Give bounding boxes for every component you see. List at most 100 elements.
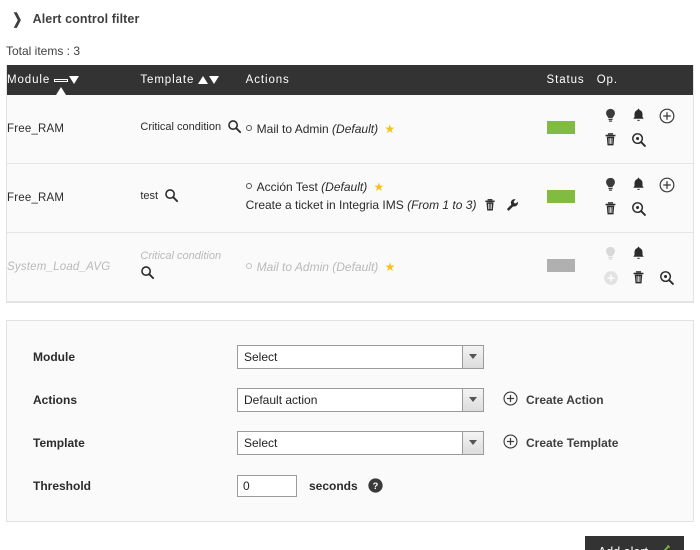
table-row: Free_RAM test Acción Test (Default) ★ Cr… bbox=[7, 163, 693, 233]
view-details-icon[interactable] bbox=[630, 131, 648, 152]
template-name: Critical condition bbox=[140, 250, 222, 263]
add-action-icon[interactable] bbox=[658, 176, 676, 197]
configure-action-icon[interactable] bbox=[504, 197, 520, 218]
form-row-template: Template Select Create Template bbox=[7, 421, 693, 464]
bell-icon[interactable] bbox=[630, 176, 647, 196]
delete-icon[interactable] bbox=[630, 269, 647, 289]
magnifier-icon[interactable] bbox=[140, 265, 245, 285]
bell-icon[interactable] bbox=[630, 107, 647, 127]
module-select-value: Select bbox=[244, 349, 278, 364]
action-entry: Mail to Admin (Default) ★ bbox=[245, 258, 547, 276]
form-row-actions: Actions Default action Create Action bbox=[7, 378, 693, 421]
cell-status bbox=[546, 95, 597, 164]
cell-module: Free_RAM bbox=[7, 163, 141, 233]
cell-template: test bbox=[140, 163, 246, 233]
chevron-right-icon: ❯ bbox=[12, 10, 23, 28]
delete-icon[interactable] bbox=[602, 200, 619, 220]
table-header-row: Module Template Actions Status Op. bbox=[7, 65, 693, 95]
star-icon: ★ bbox=[373, 180, 385, 194]
cell-template: Critical condition bbox=[140, 232, 246, 302]
create-template-label: Create Template bbox=[526, 435, 619, 450]
form-footer: Add alert bbox=[0, 522, 700, 550]
status-badge bbox=[546, 121, 575, 134]
actions-select[interactable]: Default action bbox=[237, 387, 484, 412]
star-icon: ★ bbox=[384, 122, 396, 136]
view-details-icon[interactable] bbox=[630, 200, 648, 221]
cell-module: Free_RAM bbox=[7, 95, 141, 164]
action-suffix: (Default) bbox=[332, 260, 379, 274]
action-name: Acción Test bbox=[256, 180, 318, 194]
column-header-module-label: Module bbox=[7, 74, 51, 86]
magnifier-icon[interactable] bbox=[164, 188, 179, 208]
threshold-unit-label: seconds bbox=[309, 478, 358, 493]
sort-ascending-icon[interactable] bbox=[54, 74, 69, 95]
sort-descending-icon[interactable] bbox=[69, 76, 80, 84]
help-icon[interactable]: ? bbox=[367, 477, 384, 494]
action-name: Mail to Admin bbox=[256, 260, 329, 274]
delete-icon[interactable] bbox=[602, 131, 619, 151]
alert-control-filter-header[interactable]: ❯ Alert control filter bbox=[0, 0, 700, 30]
column-header-module[interactable]: Module bbox=[7, 65, 141, 95]
cell-module: System_Load_AVG bbox=[7, 232, 141, 302]
action-suffix: (Default) bbox=[332, 122, 379, 136]
plus-circle-icon bbox=[502, 390, 519, 410]
form-row-threshold: Threshold seconds ? bbox=[7, 464, 693, 507]
actions-select-value: Default action bbox=[244, 392, 318, 407]
cell-status bbox=[546, 163, 597, 233]
add-action-icon[interactable] bbox=[602, 269, 620, 290]
bell-icon[interactable] bbox=[630, 245, 647, 265]
module-select[interactable]: Select bbox=[237, 344, 484, 369]
cell-op bbox=[596, 95, 693, 164]
status-badge bbox=[546, 259, 575, 272]
column-header-op: Op. bbox=[596, 65, 693, 95]
create-action-label: Create Action bbox=[526, 392, 604, 407]
create-action-button[interactable]: Create Action bbox=[502, 390, 604, 410]
status-badge bbox=[546, 190, 575, 203]
lightbulb-icon[interactable] bbox=[602, 107, 619, 127]
bullet-icon bbox=[245, 263, 252, 269]
magnifier-icon[interactable] bbox=[227, 119, 242, 139]
cell-actions: Mail to Admin (Default) ★ bbox=[245, 95, 547, 164]
action-name: Create a ticket in Integria IMS bbox=[245, 198, 404, 212]
cell-op bbox=[596, 232, 693, 302]
table-row: Free_RAM Critical condition Mail to Admi… bbox=[7, 95, 693, 164]
add-alert-button[interactable]: Add alert bbox=[584, 536, 684, 550]
action-entry: Acción Test (Default) ★ bbox=[245, 178, 547, 196]
chevron-down-icon[interactable] bbox=[462, 431, 483, 454]
bullet-icon bbox=[245, 125, 252, 131]
create-template-button[interactable]: Create Template bbox=[502, 433, 618, 453]
add-alert-form: Module Select Actions Default action Cre… bbox=[6, 320, 694, 522]
cell-status bbox=[546, 232, 597, 302]
template-name: test bbox=[140, 190, 159, 203]
label-template: Template bbox=[33, 435, 85, 450]
template-select[interactable]: Select bbox=[237, 430, 484, 455]
chevron-down-icon[interactable] bbox=[462, 388, 483, 411]
page-title: Alert control filter bbox=[32, 12, 140, 26]
cell-template: Critical condition bbox=[140, 95, 246, 164]
column-header-actions: Actions bbox=[245, 65, 547, 95]
star-icon: ★ bbox=[384, 260, 396, 274]
column-header-status: Status bbox=[546, 65, 597, 95]
lightbulb-icon[interactable] bbox=[602, 245, 619, 265]
add-action-icon[interactable] bbox=[658, 107, 676, 128]
threshold-input[interactable] bbox=[237, 474, 297, 497]
column-header-template-label: Template bbox=[140, 74, 195, 86]
label-actions: Actions bbox=[33, 392, 78, 407]
lightbulb-icon[interactable] bbox=[602, 176, 619, 196]
svg-text:?: ? bbox=[372, 481, 378, 491]
action-entry: Create a ticket in Integria IMS (From 1 … bbox=[246, 196, 547, 218]
wand-icon bbox=[656, 543, 671, 550]
sort-arrows-module[interactable] bbox=[54, 74, 80, 95]
alerts-table: Module Template Actions Status Op. Free_… bbox=[7, 65, 693, 302]
template-select-value: Select bbox=[244, 435, 278, 450]
label-module: Module bbox=[33, 349, 75, 364]
sort-descending-icon[interactable] bbox=[209, 76, 220, 84]
column-header-template[interactable]: Template bbox=[140, 65, 246, 95]
delete-action-icon[interactable] bbox=[482, 197, 498, 218]
view-details-icon[interactable] bbox=[658, 269, 676, 290]
action-suffix: (From 1 to 3) bbox=[407, 198, 477, 212]
chevron-down-icon[interactable] bbox=[462, 345, 483, 368]
sort-ascending-icon[interactable] bbox=[198, 76, 209, 84]
action-entry: Mail to Admin (Default) ★ bbox=[245, 120, 547, 138]
sort-arrows-template[interactable] bbox=[198, 76, 220, 84]
